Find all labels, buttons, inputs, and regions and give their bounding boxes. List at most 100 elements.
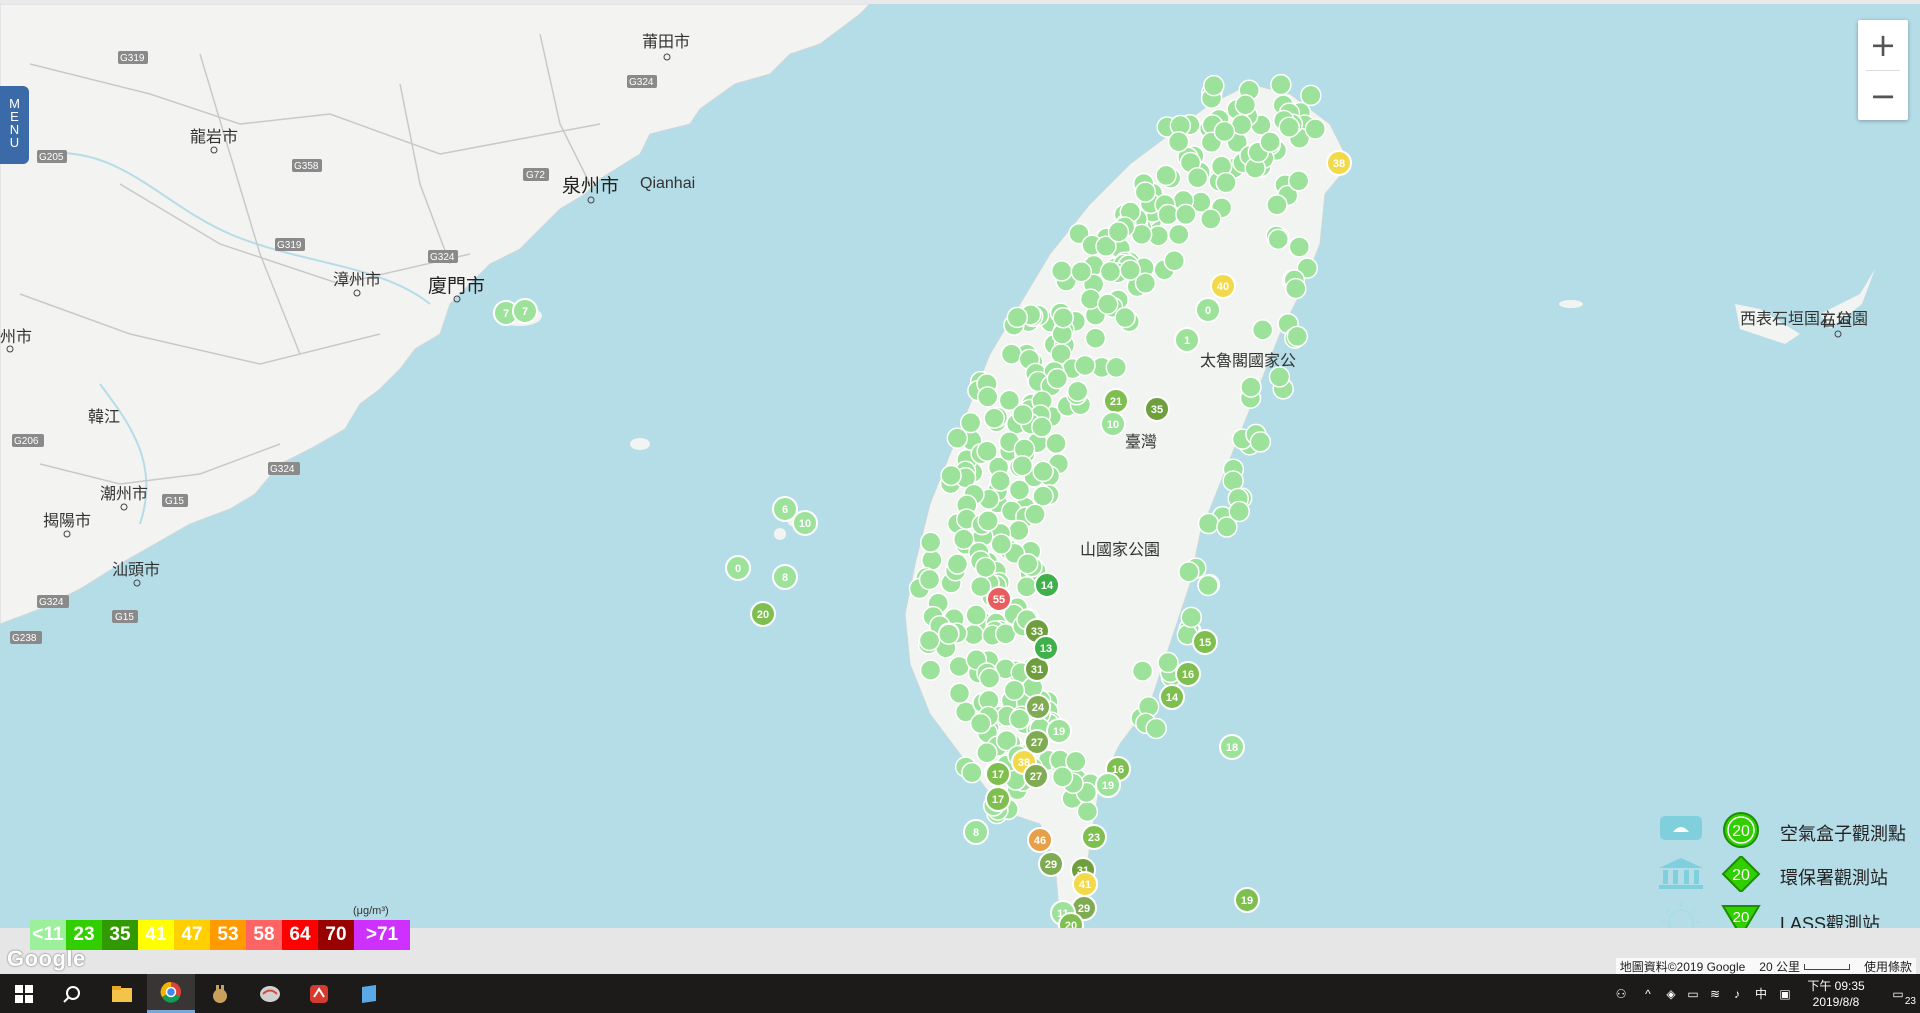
sensor-marker[interactable] bbox=[1249, 431, 1272, 453]
volume-icon[interactable]: ♪ bbox=[1726, 987, 1748, 1001]
pm25-marker[interactable]: 17 bbox=[985, 761, 1011, 787]
sensor-marker[interactable] bbox=[1186, 166, 1209, 189]
sensor-marker[interactable] bbox=[1259, 131, 1281, 153]
sensor-marker[interactable] bbox=[1180, 606, 1203, 629]
file-explorer-button[interactable] bbox=[98, 974, 146, 1013]
sensor-marker[interactable] bbox=[1032, 485, 1054, 507]
pm25-marker[interactable]: 8 bbox=[772, 564, 798, 590]
people-icon[interactable]: ⚇ bbox=[1606, 987, 1636, 1001]
pm25-marker[interactable]: 29 bbox=[1038, 851, 1064, 877]
sensor-marker[interactable] bbox=[1251, 319, 1274, 341]
sensor-marker[interactable] bbox=[1031, 416, 1053, 438]
sensor-marker[interactable] bbox=[1287, 170, 1310, 192]
pm25-marker[interactable]: 1 bbox=[1174, 327, 1200, 353]
sensor-marker[interactable] bbox=[976, 440, 998, 462]
pm25-marker[interactable]: 24 bbox=[1025, 694, 1051, 720]
pm25-marker[interactable]: 35 bbox=[1144, 396, 1170, 422]
sensor-marker[interactable] bbox=[1105, 356, 1128, 379]
sensor-marker[interactable] bbox=[983, 407, 1005, 429]
sensor-marker[interactable] bbox=[1200, 208, 1222, 230]
pm25-marker[interactable]: 7 bbox=[512, 298, 538, 324]
sensor-marker[interactable] bbox=[1000, 343, 1023, 365]
pm25-marker[interactable]: 20 bbox=[750, 601, 776, 627]
sensor-marker[interactable] bbox=[977, 510, 999, 532]
sensor-marker[interactable] bbox=[1074, 354, 1096, 377]
sensor-marker[interactable] bbox=[1052, 306, 1074, 329]
sensor-marker[interactable] bbox=[976, 386, 999, 408]
pm25-marker[interactable]: 19 bbox=[1234, 887, 1260, 913]
sensor-marker[interactable] bbox=[1234, 94, 1257, 116]
pm25-marker[interactable]: 23 bbox=[1081, 824, 1107, 850]
sensor-marker[interactable] bbox=[1197, 574, 1219, 597]
sensor-marker[interactable] bbox=[965, 604, 987, 626]
pm25-marker[interactable]: 8 bbox=[963, 819, 989, 845]
sensor-marker[interactable] bbox=[1076, 800, 1099, 823]
app-button-5[interactable] bbox=[345, 974, 393, 1013]
sensor-marker[interactable] bbox=[961, 761, 983, 784]
sensor-marker[interactable] bbox=[1240, 376, 1262, 398]
zoom-in-button[interactable]: + bbox=[1858, 20, 1908, 70]
sensor-marker[interactable] bbox=[1157, 203, 1179, 226]
notification-center-icon[interactable]: ▭ 23 bbox=[1876, 987, 1920, 1007]
pm25-marker[interactable]: 10 bbox=[792, 510, 818, 536]
sensor-marker[interactable] bbox=[919, 659, 942, 681]
sensor-marker[interactable] bbox=[1050, 260, 1073, 282]
pm25-marker[interactable]: 27 bbox=[1023, 763, 1049, 789]
sensor-marker[interactable] bbox=[1066, 380, 1089, 403]
sensor-marker[interactable] bbox=[1285, 277, 1307, 300]
pm25-marker[interactable]: 16 bbox=[1175, 661, 1201, 687]
sensor-marker[interactable] bbox=[1131, 660, 1154, 682]
app-button-3[interactable] bbox=[246, 974, 294, 1013]
sensor-marker[interactable] bbox=[1268, 366, 1291, 388]
sensor-marker[interactable] bbox=[1197, 512, 1220, 535]
sensor-marker[interactable] bbox=[1155, 164, 1177, 187]
sensor-marker[interactable] bbox=[1163, 250, 1186, 272]
wifi-icon[interactable]: ≋ bbox=[1704, 987, 1726, 1001]
sensor-marker[interactable] bbox=[940, 464, 962, 487]
sensor-marker[interactable] bbox=[1045, 432, 1067, 455]
sensor-marker[interactable] bbox=[1304, 118, 1327, 140]
map-data-credit[interactable]: 地圖資料©2019 Google bbox=[1620, 958, 1746, 975]
sensor-marker[interactable] bbox=[990, 533, 1013, 555]
pm25-marker[interactable]: 0 bbox=[1195, 297, 1221, 323]
pm25-marker[interactable]: 10 bbox=[1100, 411, 1126, 437]
map-canvas[interactable]: G319 G324 G205 G358 G72 G319 G324 G206 G… bbox=[0, 4, 1920, 928]
sensor-marker[interactable] bbox=[1017, 552, 1039, 575]
sensor-marker[interactable] bbox=[1015, 576, 1038, 598]
pm25-marker[interactable]: 55 bbox=[986, 586, 1012, 612]
pm25-marker[interactable]: 46 bbox=[1027, 827, 1053, 853]
sensor-marker[interactable] bbox=[1178, 561, 1200, 583]
sensor-marker[interactable] bbox=[1107, 221, 1130, 243]
sensor-marker[interactable] bbox=[1134, 181, 1157, 203]
sensor-marker[interactable] bbox=[1134, 272, 1157, 294]
zoom-out-button[interactable]: − bbox=[1858, 71, 1908, 121]
sensor-marker[interactable] bbox=[938, 623, 960, 645]
sensor-marker[interactable] bbox=[974, 556, 997, 579]
sensor-marker[interactable] bbox=[1270, 73, 1292, 96]
sensor-marker[interactable] bbox=[1070, 260, 1093, 283]
sensor-marker[interactable] bbox=[1008, 519, 1030, 542]
sensor-marker[interactable] bbox=[1051, 766, 1074, 788]
sensor-marker[interactable] bbox=[1288, 236, 1311, 258]
sensor-marker[interactable] bbox=[1096, 293, 1119, 315]
menu-button[interactable]: M E N U bbox=[0, 86, 29, 164]
sensor-marker[interactable] bbox=[1012, 403, 1034, 426]
ime-indicator[interactable]: 中 bbox=[1748, 985, 1774, 1002]
pm25-marker[interactable]: 13 bbox=[1033, 635, 1059, 661]
start-button[interactable] bbox=[0, 974, 48, 1013]
pm25-marker[interactable]: 40 bbox=[1210, 273, 1236, 299]
sensor-marker[interactable] bbox=[969, 712, 992, 735]
security-icon[interactable]: ◈ bbox=[1660, 987, 1682, 1001]
pm25-marker[interactable]: 17 bbox=[985, 786, 1011, 812]
sensor-marker[interactable] bbox=[1046, 367, 1069, 390]
sensor-marker[interactable] bbox=[1286, 325, 1309, 348]
pm25-marker[interactable]: 19 bbox=[1046, 718, 1072, 744]
sensor-marker[interactable] bbox=[1167, 131, 1190, 153]
sensor-marker[interactable] bbox=[1099, 260, 1122, 283]
battery-icon[interactable]: ▭ bbox=[1682, 987, 1704, 1001]
sensor-marker[interactable] bbox=[918, 568, 941, 591]
sensor-marker[interactable] bbox=[1011, 454, 1034, 477]
sensor-marker[interactable] bbox=[1278, 116, 1300, 138]
sensor-marker[interactable] bbox=[1175, 203, 1197, 226]
sensor-marker[interactable] bbox=[1215, 171, 1237, 194]
